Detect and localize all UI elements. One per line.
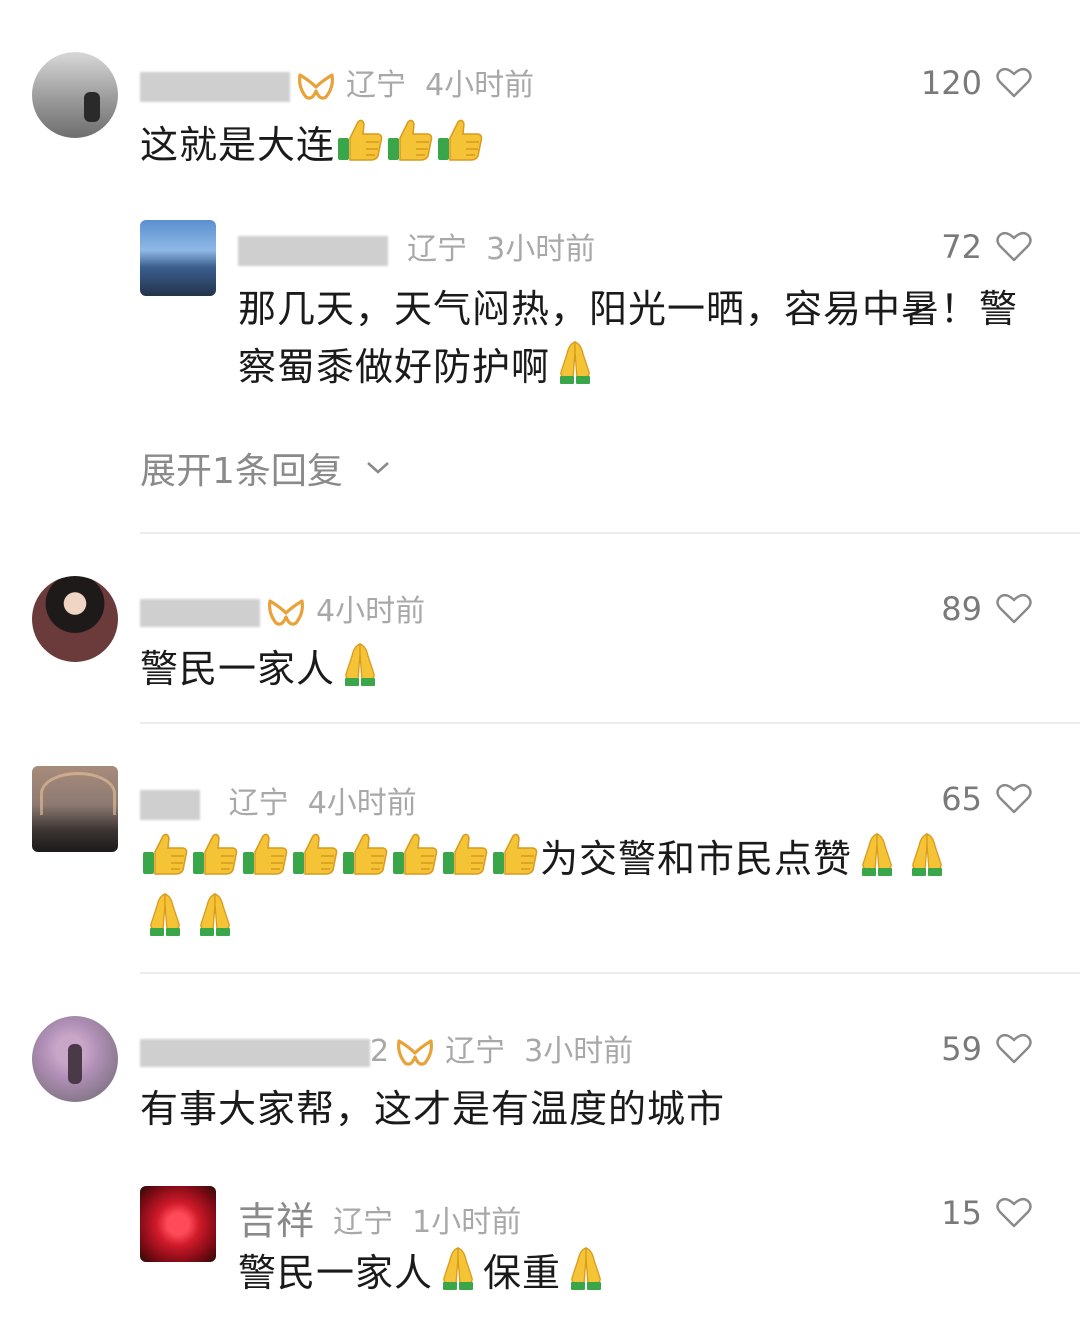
thumbs-up-emoji xyxy=(341,830,389,878)
comment-meta: 辽宁 4小时前 xyxy=(140,60,534,104)
reply-avatar[interactable] xyxy=(140,220,216,296)
folded-hands-emoji xyxy=(853,830,901,878)
like-count: 89 xyxy=(941,590,982,628)
avatar[interactable] xyxy=(32,52,118,138)
thumbs-up-emoji xyxy=(391,830,439,878)
like-count: 65 xyxy=(941,780,982,818)
folded-hands-emoji xyxy=(562,1244,610,1292)
like-button[interactable]: 120 xyxy=(921,64,1032,102)
heart-outline-icon xyxy=(996,231,1032,263)
location: 辽宁 xyxy=(346,68,406,103)
comment-meta: 辽宁 4小时前 xyxy=(140,778,417,822)
user-name-redacted[interactable] xyxy=(140,598,260,627)
comment-meta: 2 辽宁 3小时前 xyxy=(140,1026,633,1070)
folded-hands-emoji xyxy=(551,338,599,386)
heart-outline-icon xyxy=(996,593,1032,625)
reply-meta: 辽宁 3小时前 xyxy=(238,224,595,268)
timestamp: 3小时前 xyxy=(524,1034,634,1069)
like-button[interactable]: 15 xyxy=(941,1194,1032,1232)
heart-outline-icon xyxy=(996,783,1032,815)
divider xyxy=(140,972,1080,974)
thumbs-up-emoji xyxy=(336,116,384,164)
timestamp: 3小时前 xyxy=(486,232,596,267)
location: 辽宁 xyxy=(445,1034,506,1069)
like-button[interactable]: 72 xyxy=(941,228,1032,266)
vip-badge-icon xyxy=(266,597,306,629)
vip-badge-icon xyxy=(395,1037,435,1069)
user-name-redacted[interactable] xyxy=(238,235,388,266)
thumbs-up-emoji xyxy=(386,116,434,164)
folded-hands-emoji xyxy=(434,1244,482,1292)
location: 辽宁 xyxy=(407,232,468,267)
avatar[interactable] xyxy=(32,1016,118,1102)
like-count: 120 xyxy=(920,64,982,102)
folded-hands-emoji xyxy=(141,890,189,938)
user-name[interactable]: 吉祥 xyxy=(238,1199,314,1243)
comment-meta: 4小时前 xyxy=(140,586,425,630)
avatar[interactable] xyxy=(32,766,118,852)
like-button[interactable]: 65 xyxy=(941,780,1032,818)
divider xyxy=(140,532,1080,534)
thumbs-up-emoji xyxy=(491,830,539,878)
user-name-redacted[interactable] xyxy=(140,789,200,820)
comment-text: 为交警和市民点赞 xyxy=(140,830,1040,948)
thumbs-up-emoji xyxy=(291,830,339,878)
user-name-redacted[interactable] xyxy=(140,71,290,102)
vip-badge-icon xyxy=(296,71,336,103)
heart-outline-icon xyxy=(996,1197,1032,1229)
chevron-down-icon xyxy=(367,462,389,474)
comment-text: 这就是大连 xyxy=(140,116,485,174)
heart-outline-icon xyxy=(996,67,1032,99)
comment-text: 有事大家帮，这才是有温度的城市 xyxy=(140,1087,726,1131)
reply-meta: 吉祥 辽宁 1小时前 xyxy=(238,1190,521,1245)
location: 辽宁 xyxy=(228,786,289,821)
thumbs-up-emoji xyxy=(241,830,289,878)
like-count: 59 xyxy=(941,1030,982,1068)
avatar[interactable] xyxy=(32,576,118,662)
heart-outline-icon xyxy=(996,1033,1032,1065)
location: 辽宁 xyxy=(333,1205,394,1240)
timestamp: 4小时前 xyxy=(425,68,535,103)
timestamp: 1小时前 xyxy=(412,1205,522,1240)
reply-text: 警民一家人 保重 xyxy=(238,1244,611,1302)
like-count: 72 xyxy=(941,228,982,266)
divider xyxy=(140,722,1080,724)
timestamp: 4小时前 xyxy=(307,786,417,821)
folded-hands-emoji xyxy=(191,890,239,938)
user-name-redacted[interactable] xyxy=(140,1038,370,1067)
like-button[interactable]: 59 xyxy=(941,1030,1032,1068)
thumbs-up-emoji xyxy=(141,830,189,878)
reply-text: 那几天，天气闷热，阳光一晒，容易中暑！警 察蜀黍做好防护啊 xyxy=(238,287,1019,389)
thumbs-up-emoji xyxy=(441,830,489,878)
comment-text: 警民一家人 xyxy=(140,640,385,698)
reply-avatar[interactable] xyxy=(140,1186,216,1262)
like-count: 15 xyxy=(941,1194,982,1232)
like-button[interactable]: 89 xyxy=(941,590,1032,628)
thumbs-up-emoji xyxy=(436,116,484,164)
thumbs-up-emoji xyxy=(191,830,239,878)
folded-hands-emoji xyxy=(903,830,951,878)
timestamp: 4小时前 xyxy=(316,594,426,629)
expand-replies-button[interactable]: 展开1条回复 xyxy=(140,442,391,494)
folded-hands-emoji xyxy=(336,640,384,688)
